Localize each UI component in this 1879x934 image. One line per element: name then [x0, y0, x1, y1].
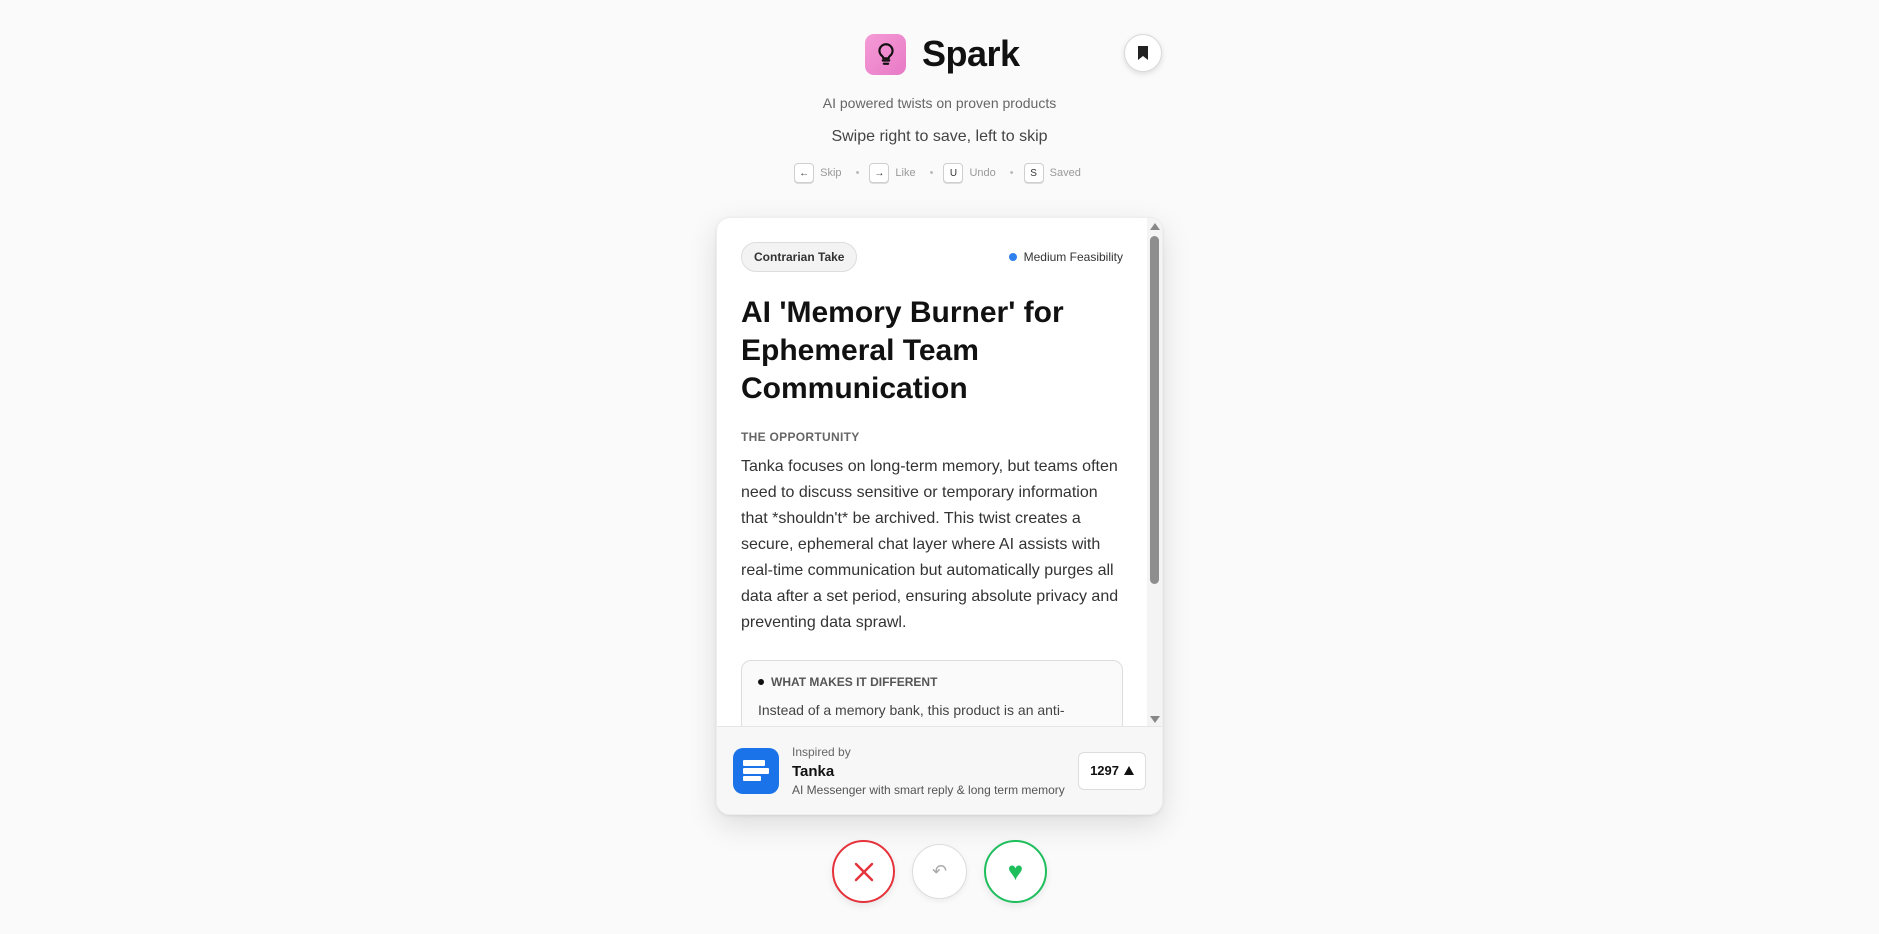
shortcut-key-like: → [869, 163, 890, 183]
undo-button[interactable]: ↶ [912, 844, 967, 899]
shortcut-key-undo: U [943, 163, 964, 183]
scroll-down-arrow-icon[interactable] [1150, 716, 1160, 723]
vote-count: 1297 [1090, 763, 1119, 778]
card-content[interactable]: Contrarian Take Medium Feasibility AI 'M… [717, 218, 1147, 728]
shortcut-label-saved: Saved [1049, 167, 1081, 179]
separator: • [855, 167, 860, 179]
upvote-arrow-icon [1124, 766, 1134, 775]
scroll-up-arrow-icon[interactable] [1150, 223, 1160, 230]
app-name: Spark [922, 33, 1020, 74]
tagline: AI powered twists on proven products [822, 95, 1057, 111]
bookmark-icon [1138, 46, 1148, 60]
inspired-label: Inspired by [792, 744, 851, 759]
separator: • [929, 167, 934, 179]
shortcut-label-skip: Skip [820, 167, 842, 179]
feasibility-label: Medium Feasibility [1023, 250, 1123, 264]
chat-bubbles-icon [733, 747, 779, 794]
card-scrollbar[interactable] [1147, 218, 1162, 728]
feasibility-indicator: Medium Feasibility [1008, 250, 1123, 264]
shortcut-label-undo: Undo [969, 167, 996, 179]
product-info: Inspired by Tanka AI Messenger with smar… [792, 745, 1068, 797]
category-tag: Contrarian Take [741, 242, 858, 272]
lightbulb-icon [865, 33, 906, 75]
page: Spark AI powered twists on proven produc… [0, 0, 1879, 934]
opportunity-heading: THE OPPORTUNITY [741, 430, 860, 444]
idea-title: AI 'Memory Burner' for Ephemeral Team Co… [741, 296, 1064, 405]
difference-heading: WHAT MAKES IT DIFFERENT [771, 675, 938, 689]
like-button[interactable]: ♥ [984, 840, 1047, 903]
difference-text: Instead of a memory bank, this product i… [758, 702, 1105, 728]
product-name[interactable]: Tanka [792, 763, 1068, 780]
brand-header: Spark [865, 33, 1020, 75]
keyboard-shortcuts: ← Skip • → Like • U Undo • S Saved [0, 163, 1879, 183]
difference-heading-row: WHAT MAKES IT DIFFERENT [758, 675, 1106, 689]
shortcut-key-saved: S [1023, 163, 1044, 183]
saved-button[interactable] [1124, 34, 1162, 72]
heart-icon: ♥ [1007, 856, 1024, 886]
skip-button[interactable] [832, 840, 895, 903]
shortcut-label-like: Like [895, 167, 916, 179]
scrollbar-thumb[interactable] [1150, 236, 1159, 584]
bullet-icon [758, 679, 764, 685]
separator: • [1009, 167, 1014, 179]
close-icon [854, 862, 873, 881]
upvote-button[interactable]: 1297 [1078, 751, 1146, 790]
swipe-instructions: Swipe right to save, left to skip [831, 128, 1048, 145]
shortcut-key-skip: ← [794, 163, 815, 183]
inspired-by-footer[interactable]: Inspired by Tanka AI Messenger with smar… [717, 726, 1162, 814]
card-meta: Contrarian Take Medium Feasibility [741, 242, 1123, 272]
feasibility-dot [1008, 253, 1017, 261]
idea-card[interactable]: Contrarian Take Medium Feasibility AI 'M… [716, 217, 1163, 815]
opportunity-text: Tanka focuses on long-term memory, but t… [741, 458, 1119, 631]
product-description: AI Messenger with smart reply & long ter… [792, 782, 1065, 797]
difference-box: WHAT MAKES IT DIFFERENT Instead of a mem… [741, 660, 1123, 728]
undo-icon: ↶ [931, 861, 948, 881]
